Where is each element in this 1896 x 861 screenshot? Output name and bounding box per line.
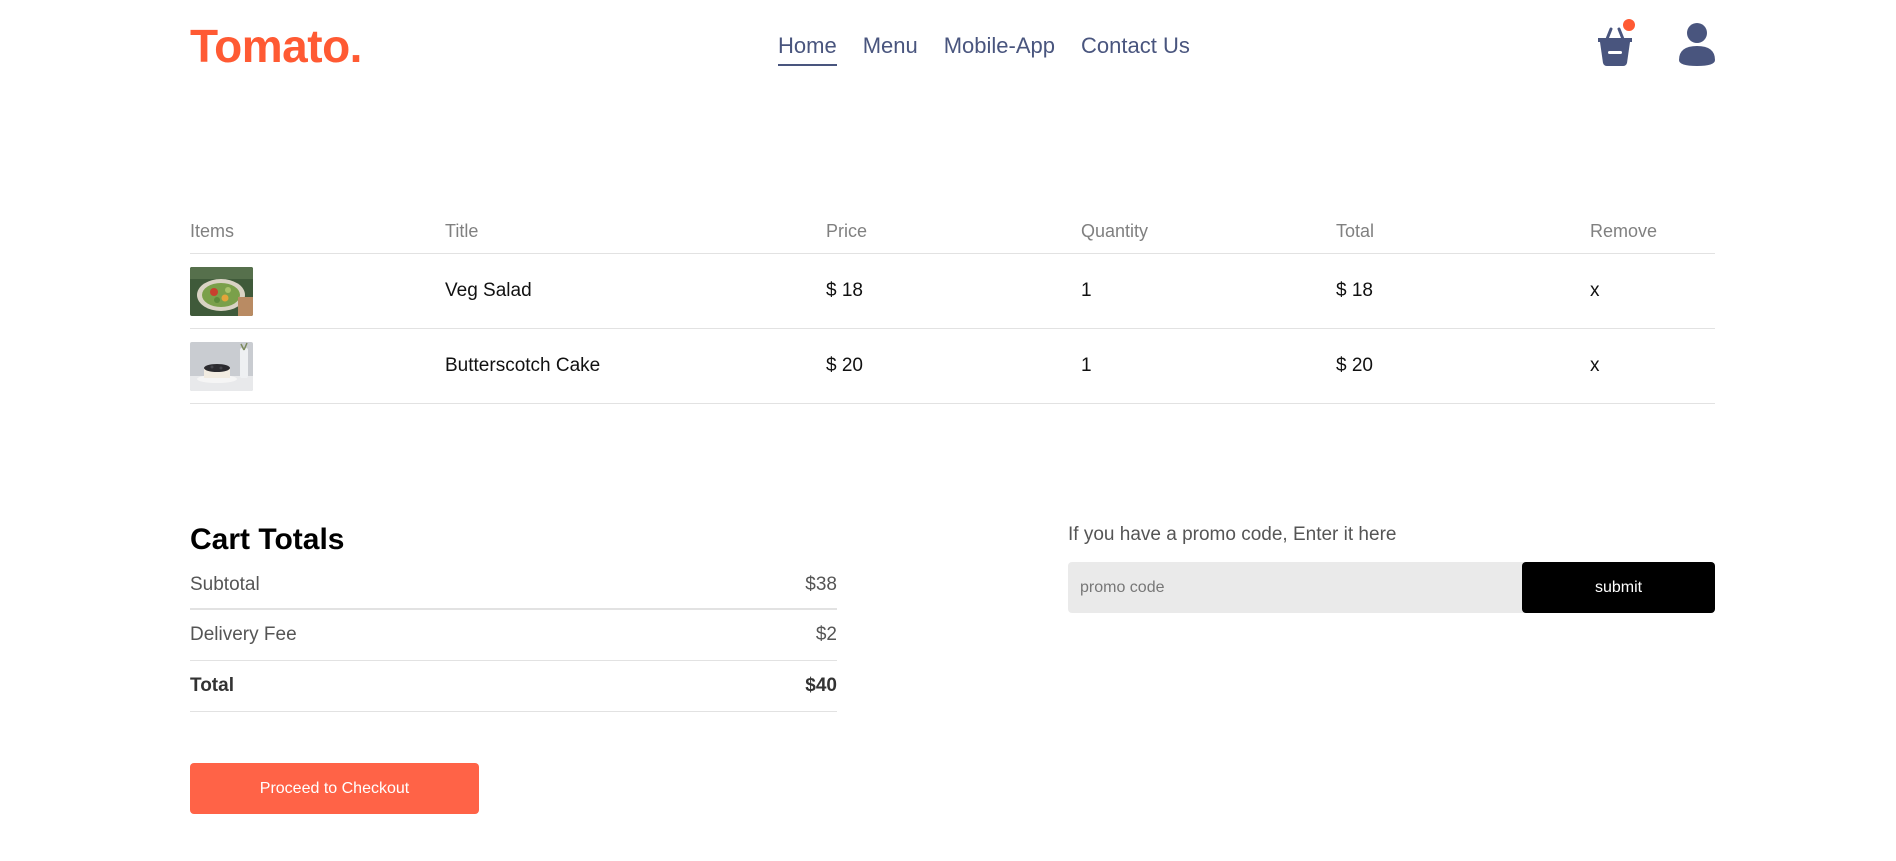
- basket-notification-dot: [1623, 19, 1635, 31]
- item-image-cell: [190, 341, 445, 391]
- total-value: $40: [805, 675, 837, 696]
- header-price: Price: [826, 221, 868, 241]
- item-quantity: 1: [1081, 355, 1092, 376]
- cart-totals-title: Cart Totals: [190, 523, 345, 556]
- promo-submit-button[interactable]: submit: [1522, 562, 1715, 613]
- header-quantity: Quantity: [1081, 221, 1149, 241]
- promo-code-box: submit: [1068, 562, 1715, 613]
- nav-menu: Home Menu Mobile-App Contact Us: [778, 32, 1190, 66]
- total-row: Total $40: [190, 661, 837, 712]
- item-quantity: 1: [1081, 280, 1092, 301]
- cart-row: Butterscotch Cake $ 20 1 $ 20 x: [190, 329, 1715, 404]
- item-price: $ 18: [826, 280, 863, 301]
- navbar: Tomato. Home Menu Mobile-App Contact Us: [190, 0, 1715, 92]
- item-price: $ 20: [826, 355, 863, 376]
- profile-icon-graphic: [1679, 23, 1715, 66]
- cart-items-table: Items Title Price Quantity Total Remove …: [190, 210, 1715, 404]
- header-title: Title: [445, 221, 479, 241]
- nav-link-mobile-app[interactable]: Mobile-App: [944, 32, 1055, 66]
- proceed-to-checkout-button[interactable]: Proceed to Checkout: [190, 763, 479, 814]
- header-items: Items: [190, 221, 235, 241]
- promo-code-section: If you have a promo code, Enter it here …: [1068, 522, 1715, 613]
- item-total: $ 18: [1336, 280, 1373, 301]
- subtotal-value: $38: [805, 574, 837, 595]
- delivery-fee-label: Delivery Fee: [190, 624, 297, 645]
- subtotal-row: Subtotal $38: [190, 568, 837, 610]
- basket-icon[interactable]: [1595, 19, 1635, 67]
- promo-code-prompt: If you have a promo code, Enter it here: [1068, 524, 1397, 545]
- remove-item-button[interactable]: x: [1590, 280, 1715, 302]
- nav-right: [1595, 19, 1715, 68]
- cart-table-header: Items Title Price Quantity Total Remove: [190, 210, 1715, 254]
- header-remove: Remove: [1590, 221, 1658, 241]
- item-image-cell: [190, 266, 445, 316]
- cart-totals: Cart Totals Subtotal $38 Delivery Fee $2…: [190, 520, 837, 712]
- nav-link-contact-us[interactable]: Contact Us: [1081, 32, 1190, 66]
- veg-salad-image: [190, 266, 253, 316]
- butterscotch-cake-image: [190, 341, 253, 391]
- total-label: Total: [190, 675, 234, 696]
- profile-icon[interactable]: [1679, 22, 1715, 68]
- item-title: Veg Salad: [445, 280, 532, 301]
- nav-link-home[interactable]: Home: [778, 32, 837, 66]
- remove-item-button[interactable]: x: [1590, 355, 1715, 377]
- nav-link-menu[interactable]: Menu: [863, 32, 918, 66]
- delivery-fee-row: Delivery Fee $2: [190, 610, 837, 661]
- logo[interactable]: Tomato.: [190, 20, 362, 72]
- item-title: Butterscotch Cake: [445, 355, 601, 376]
- item-total: $ 20: [1336, 355, 1373, 376]
- header-total: Total: [1336, 221, 1375, 241]
- cart-row: Veg Salad $ 18 1 $ 18 x: [190, 254, 1715, 329]
- subtotal-label: Subtotal: [190, 574, 260, 595]
- delivery-fee-value: $2: [815, 624, 837, 645]
- promo-code-input[interactable]: [1068, 562, 1522, 613]
